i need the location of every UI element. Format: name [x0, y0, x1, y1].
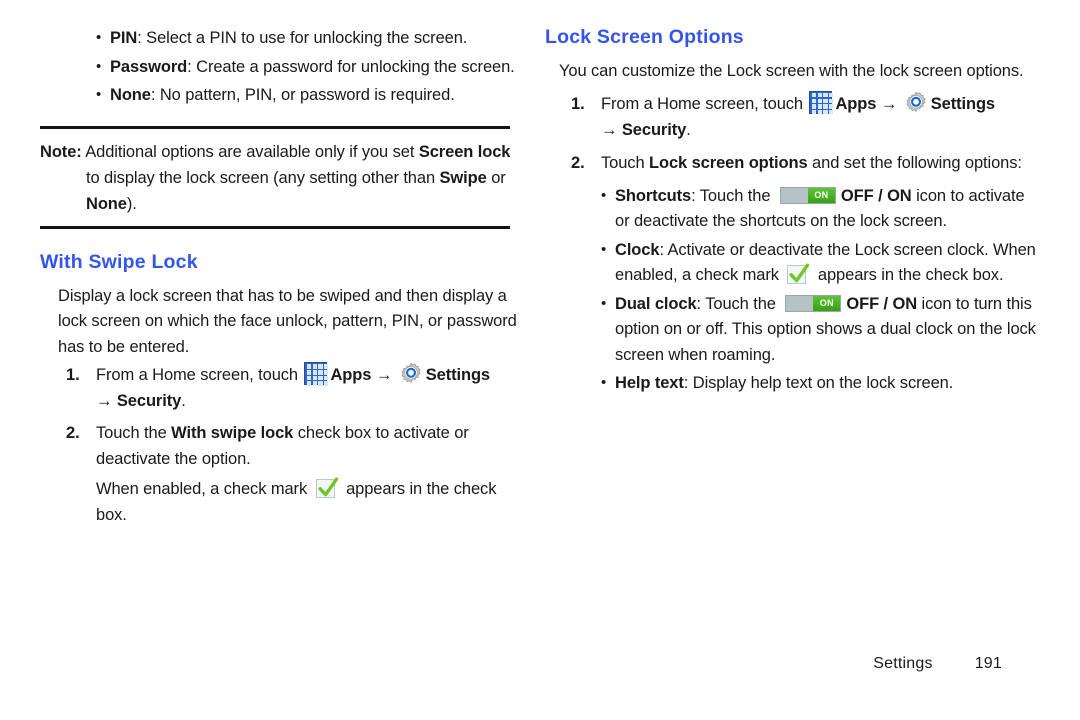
list-item: None: No pattern, PIN, or password is re… — [96, 82, 520, 109]
list-item-clock: Clock: Activate or deactivate the Lock s… — [601, 237, 1040, 289]
toggle-on-label: ON — [807, 187, 835, 203]
note-bold-swipe: Swipe — [439, 168, 487, 187]
settings-gear-icon[interactable] — [904, 91, 928, 115]
bullet-term: None — [110, 86, 151, 104]
step-number: 2. — [66, 424, 80, 442]
note-rule-bottom — [40, 225, 510, 229]
off-on-toggle-icon[interactable]: ON — [779, 186, 836, 204]
step-number: 2. — [571, 153, 585, 172]
apps-label: Apps — [835, 94, 877, 113]
option-term: Clock — [615, 240, 660, 259]
step-text-pre: From a Home screen, touch — [601, 94, 808, 113]
note-callout: Note: Additional options are available o… — [40, 125, 520, 229]
step-number: 1. — [66, 366, 80, 384]
bullet-text: : Select a PIN to use for unlocking the … — [137, 29, 468, 47]
manual-page: PIN: Select a PIN to use for unlocking t… — [0, 0, 1080, 720]
step-2: 2. Touch the With swipe lock check box to… — [40, 420, 520, 528]
apps-icon[interactable] — [809, 90, 834, 115]
bullet-term: PIN — [110, 29, 138, 47]
section-heading-with-swipe-lock: With Swipe Lock — [40, 250, 198, 273]
check-note-pre: When enabled, a check mark — [96, 480, 312, 498]
arrow-icon-2: → — [601, 120, 618, 139]
arrow-icon-2: → — [96, 392, 113, 410]
step-number: 1. — [571, 94, 585, 113]
off-on-toggle-icon[interactable]: ON — [785, 294, 842, 312]
list-item-help-text: Help text: Display help text on the lock… — [601, 370, 1040, 397]
note-text-c: to display the lock screen (any setting … — [86, 168, 440, 187]
option-term: Dual clock — [615, 294, 697, 313]
list-item-dual-clock: Dual clock: Touch the ONOFF / ON icon to… — [601, 291, 1040, 369]
list-item: PIN: Select a PIN to use for unlocking t… — [96, 25, 520, 52]
option-pre: : Touch the — [691, 186, 775, 205]
note-bold-screen-lock: Screen lock — [418, 142, 511, 161]
security-label: Security — [116, 392, 182, 410]
option-term: Help text — [615, 374, 684, 392]
bullet-text: : Create a password for unlocking the sc… — [187, 57, 515, 76]
step-period: . — [181, 392, 186, 410]
option-pre: : Display help text on the lock screen. — [683, 374, 954, 392]
left-column: PIN: Select a PIN to use for unlocking t… — [40, 25, 520, 530]
checkmark-icon[interactable] — [315, 477, 339, 499]
settings-label: Settings — [425, 366, 491, 384]
step-text-post: and set the following options: — [807, 153, 1022, 172]
note-text-e: or — [486, 168, 506, 187]
bullet-text: : No pattern, PIN, or password is requir… — [150, 86, 455, 104]
note-label: Note: — [40, 142, 82, 161]
security-label: Security — [621, 120, 687, 139]
step-1: 1. From a Home screen, touch Apps → Setti… — [545, 90, 1040, 143]
list-item-shortcuts: Shortcuts: Touch the ONOFF / ON icon to … — [601, 183, 1040, 235]
lock-screen-option-list: Shortcuts: Touch the ONOFF / ON icon to … — [601, 183, 1040, 397]
off-on-bold-label: OFF / ON — [840, 186, 912, 205]
note-text-g: ). — [126, 194, 137, 213]
lock-type-bullet-list: PIN: Select a PIN to use for unlocking t… — [96, 25, 520, 109]
right-column: Lock Screen Options You can customize th… — [545, 26, 1040, 400]
step-text-pre: From a Home screen, touch — [96, 366, 303, 384]
lock-screen-options-intro: You can customize the Lock screen with t… — [559, 62, 1024, 80]
settings-gear-icon[interactable] — [399, 362, 423, 386]
footer-page-number: 191 — [974, 655, 1002, 672]
option-post: appears in the check box. — [813, 266, 1004, 284]
section-heading-lock-screen-options: Lock Screen Options — [545, 26, 744, 48]
apps-label: Apps — [330, 366, 372, 384]
apps-icon[interactable] — [304, 362, 329, 386]
lock-screen-options-steps: 1. From a Home screen, touch Apps → Setti… — [545, 90, 1040, 176]
bullet-term: Password — [110, 57, 188, 76]
with-swipe-lock-bold: With swipe lock — [171, 424, 294, 442]
with-swipe-lock-intro: Display a lock screen that has to be swi… — [58, 286, 517, 356]
step-2: 2. Touch Lock screen options and set the … — [545, 150, 1040, 176]
option-term: Shortcuts — [615, 186, 692, 205]
note-text-a: Additional options are available only if… — [81, 142, 419, 161]
settings-label: Settings — [930, 94, 996, 113]
option-pre: : Touch the — [696, 294, 781, 313]
checkmark-icon[interactable] — [786, 263, 810, 285]
list-item: Password: Create a password for unlockin… — [96, 54, 520, 81]
note-bold-none: None — [86, 194, 127, 213]
arrow-icon: → — [880, 94, 898, 113]
footer-section-label: Settings — [873, 655, 933, 672]
page-footer: Settings 191 — [0, 655, 1080, 673]
with-swipe-lock-steps: 1. From a Home screen, touch Apps → Setti… — [40, 362, 520, 528]
arrow-icon: → — [375, 366, 393, 384]
note-body: Note: Additional options are available o… — [40, 129, 520, 226]
toggle-on-label: ON — [813, 295, 841, 311]
off-on-bold-label: OFF / ON — [846, 294, 918, 313]
step-period: . — [686, 120, 691, 139]
lock-screen-options-bold: Lock screen options — [649, 153, 808, 172]
step-text-pre: Touch the — [96, 424, 172, 442]
step-1: 1. From a Home screen, touch Apps → Setti… — [40, 362, 520, 414]
step-text-pre: Touch — [601, 153, 650, 172]
